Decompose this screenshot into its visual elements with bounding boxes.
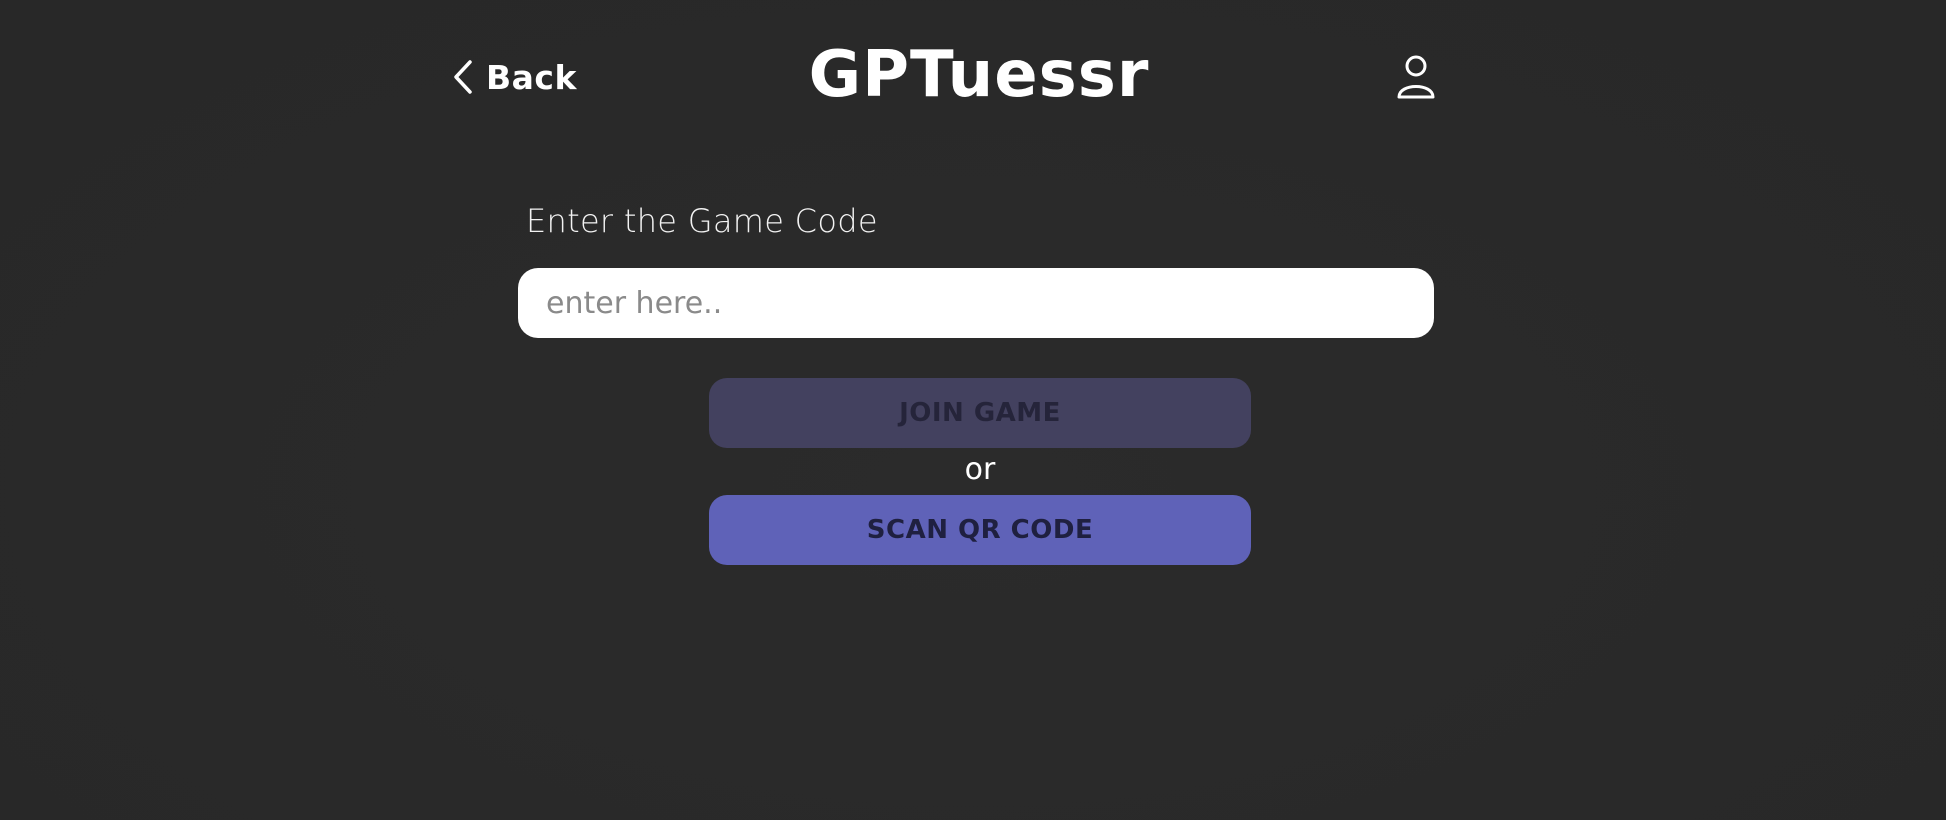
app-title: GPTuessr — [808, 38, 1150, 112]
scan-qr-button[interactable]: SCAN QR CODE — [709, 495, 1251, 565]
scan-qr-label: SCAN QR CODE — [866, 515, 1094, 545]
user-icon — [1397, 55, 1435, 99]
join-game-label: JOIN GAME — [899, 398, 1061, 428]
or-separator: or — [964, 452, 996, 487]
join-game-button[interactable]: JOIN GAME — [709, 378, 1251, 448]
game-code-input[interactable] — [518, 268, 1434, 338]
profile-button[interactable] — [1394, 52, 1438, 102]
join-game-screen: Back GPTuessr Enter the Game Code JOIN G… — [0, 0, 1946, 820]
game-code-label: Enter the Game Code — [526, 202, 878, 240]
